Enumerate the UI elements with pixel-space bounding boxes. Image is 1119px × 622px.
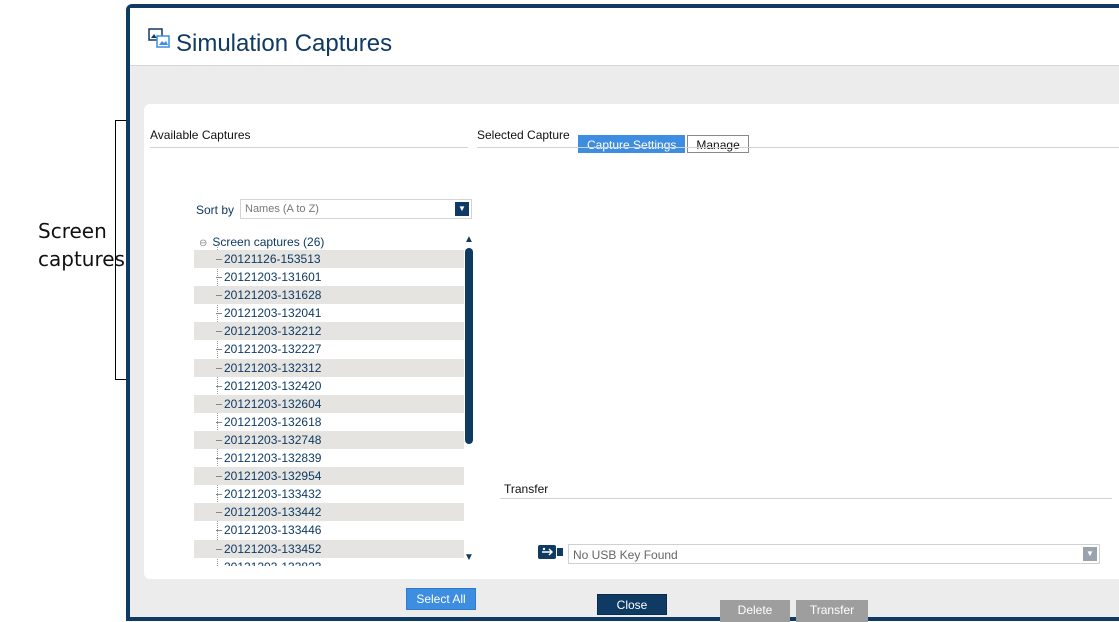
list-item[interactable]: 20121203-133446 xyxy=(194,521,464,539)
list-item[interactable]: 20121203-132954 xyxy=(194,467,464,486)
tab-capture-settings[interactable]: Capture Settings xyxy=(578,135,686,153)
sort-by-select[interactable]: Names (A to Z) ▼ xyxy=(240,199,472,219)
window-content: Simulation Captures Capture Settings Man… xyxy=(130,8,1119,622)
list-item[interactable]: 20121203-133442 xyxy=(194,503,464,522)
available-divider xyxy=(150,147,468,148)
callout-line-1: Screen xyxy=(38,219,107,243)
scrollbar-thumb[interactable] xyxy=(465,248,473,444)
list-item[interactable]: 20121203-132748 xyxy=(194,430,464,450)
usb-icon xyxy=(538,545,563,559)
callout-label: Screen captures xyxy=(38,217,125,273)
list-item[interactable]: 20121203-132839 xyxy=(194,449,464,467)
list-item[interactable]: 20121203-132618 xyxy=(194,413,464,431)
sort-by-label: Sort by xyxy=(196,203,235,217)
scroll-up-icon[interactable]: ▲ xyxy=(464,234,474,245)
delete-button[interactable]: Delete xyxy=(720,600,790,622)
tree-root-label: Screen captures (26) xyxy=(212,235,325,249)
usb-key-value: No USB Key Found xyxy=(573,548,678,562)
select-all-button[interactable]: Select All xyxy=(406,588,476,610)
list-item[interactable]: 20121126-153513 xyxy=(194,250,464,269)
list-item[interactable]: 20121203-133452 xyxy=(194,539,464,558)
list-item[interactable]: 20121203-132227 xyxy=(194,340,464,358)
chevron-down-icon[interactable]: ▼ xyxy=(1083,547,1097,561)
list-item[interactable]: 20121203-132604 xyxy=(194,394,464,413)
close-button[interactable]: Close xyxy=(597,594,667,615)
tree-collapse-icon[interactable]: ⊖ xyxy=(199,238,209,249)
transfer-title: Transfer xyxy=(504,482,549,496)
main-panel: Capture Settings Manage Available Captur… xyxy=(144,104,1119,622)
capture-list: 20121126-153513 20121203-131601 20121203… xyxy=(194,250,464,566)
body-area: Capture Settings Manage Available Captur… xyxy=(130,66,1119,622)
list-item[interactable]: 20121203-132041 xyxy=(194,304,464,322)
selected-capture-title: Selected Capture xyxy=(477,128,570,142)
list-item[interactable]: 20121203-131628 xyxy=(194,286,464,305)
list-item[interactable]: 20121203-133823 xyxy=(194,558,464,566)
chevron-down-icon[interactable]: ▼ xyxy=(455,202,469,216)
usb-key-select[interactable]: No USB Key Found ▼ xyxy=(568,544,1100,564)
list-item[interactable]: 20121203-132420 xyxy=(194,377,464,395)
scroll-down-icon[interactable]: ▼ xyxy=(464,552,474,563)
list-item[interactable]: 20121203-131601 xyxy=(194,268,464,286)
tab-manage[interactable]: Manage xyxy=(687,135,749,153)
window-title: Simulation Captures xyxy=(176,30,393,57)
tab-bar: Capture Settings Manage xyxy=(578,135,749,153)
transfer-button[interactable]: Transfer xyxy=(796,600,868,622)
selected-divider xyxy=(477,147,1119,148)
screenshot-icon xyxy=(148,28,170,48)
transfer-divider xyxy=(500,498,1112,499)
title-bar: Simulation Captures xyxy=(130,8,1119,66)
sort-by-value: Names (A to Z) xyxy=(245,203,319,215)
callout-line-2: captures xyxy=(38,247,125,271)
list-item[interactable]: 20121203-133432 xyxy=(194,485,464,503)
list-item[interactable]: 20121203-132212 xyxy=(194,322,464,341)
available-captures-title: Available Captures xyxy=(150,128,251,142)
list-item[interactable]: 20121203-132312 xyxy=(194,358,464,377)
app-window: Simulation Captures Capture Settings Man… xyxy=(126,4,1119,622)
